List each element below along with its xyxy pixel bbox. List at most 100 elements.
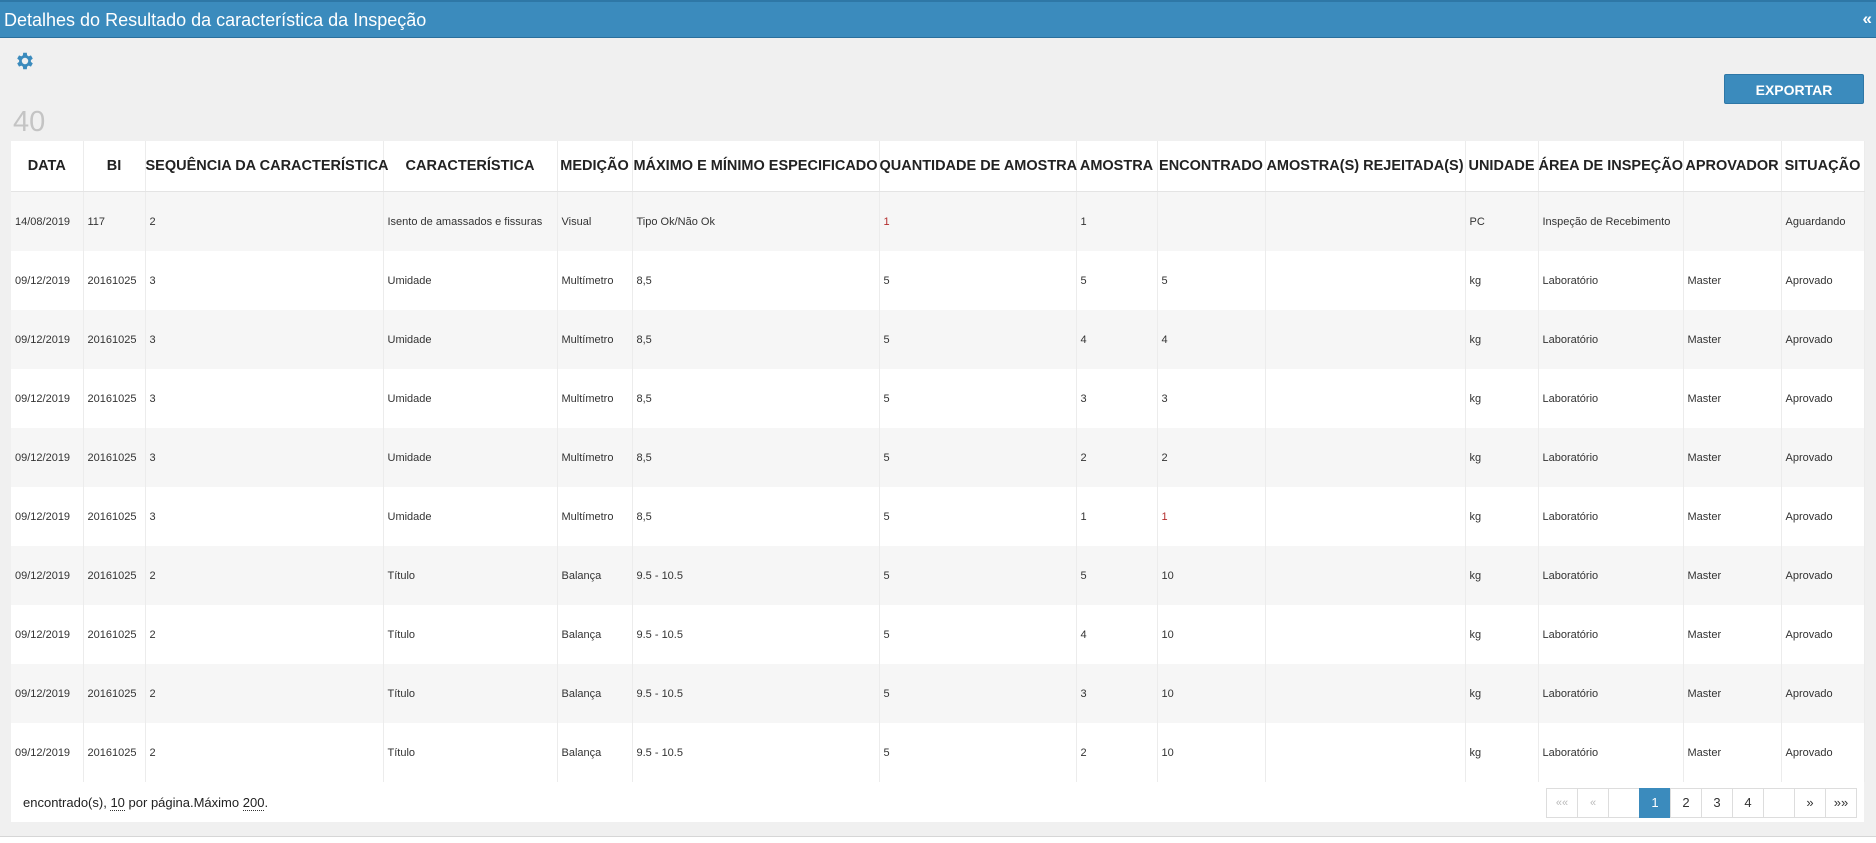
cell-specified-range: 8,5: [632, 369, 880, 428]
column-header[interactable]: AMOSTRA(S) REJEITADA(S): [1265, 141, 1466, 192]
column-header[interactable]: CARACTERÍSTICA: [383, 141, 558, 192]
cell-rejected-samples: [1265, 723, 1466, 782]
column-header[interactable]: MÁXIMO E MÍNIMO ESPECIFICADO: [632, 141, 880, 192]
inspection-results-panel: Detalhes do Resultado da característica …: [0, 0, 1876, 837]
table-row[interactable]: 09/12/2019 20161025 3 Umidade Multímetro 8,5 5…: [11, 369, 1865, 428]
cell-characteristic: Umidade: [383, 428, 558, 487]
cell-found: 10: [1157, 664, 1266, 723]
cell-sample-quantity: 5: [879, 664, 1077, 723]
cell-status: Aprovado: [1781, 546, 1865, 605]
per-page-value[interactable]: 10: [110, 795, 125, 811]
cell-characteristic: Umidade: [383, 369, 558, 428]
cell-unit: kg: [1465, 487, 1539, 546]
cell-status: Aprovado: [1781, 487, 1865, 546]
cell-sequence: 3: [145, 428, 384, 487]
record-count: 40: [13, 106, 46, 138]
page-4-button[interactable]: 4: [1732, 788, 1764, 818]
cell-found: 10: [1157, 605, 1266, 664]
table-row[interactable]: 09/12/2019 20161025 2 Título Balança 9.5 - 10…: [11, 664, 1865, 723]
cell-data: 09/12/2019: [11, 664, 84, 723]
column-header[interactable]: SEQUÊNCIA DA CARACTERÍSTICA: [145, 141, 389, 192]
cell-found: 10: [1157, 546, 1266, 605]
cell-bi: 20161025: [83, 369, 146, 428]
cell-characteristic: Título: [383, 605, 558, 664]
column-header[interactable]: AMOSTRA: [1076, 141, 1158, 192]
table-row[interactable]: 09/12/2019 20161025 2 Título Balança 9.5 - 10…: [11, 546, 1865, 605]
pagination: «« « 1 2 3 4 » »»: [1546, 788, 1857, 818]
collapse-button[interactable]: «: [1863, 9, 1872, 29]
cell-data: 09/12/2019: [11, 251, 84, 310]
cell-specified-range: 8,5: [632, 428, 880, 487]
cell-rejected-samples: [1265, 428, 1466, 487]
cell-approver: Master: [1683, 723, 1782, 782]
cell-approver: Master: [1683, 310, 1782, 369]
cell-approver: Master: [1683, 369, 1782, 428]
cell-sample: 4: [1076, 605, 1158, 664]
page-title: Detalhes do Resultado da característica …: [4, 10, 427, 30]
cell-specified-range: 8,5: [632, 487, 880, 546]
cell-sequence: 2: [145, 605, 384, 664]
cell-data: 09/12/2019: [11, 546, 84, 605]
cell-rejected-samples: [1265, 191, 1466, 251]
column-header[interactable]: ENCONTRADO: [1157, 141, 1266, 192]
first-page-button[interactable]: ««: [1546, 788, 1578, 818]
cell-found: 10: [1157, 723, 1266, 782]
page-3-button[interactable]: 3: [1701, 788, 1733, 818]
cell-approver: Master: [1683, 251, 1782, 310]
cell-specified-range: 9.5 - 10.5: [632, 664, 880, 723]
cell-bi: 20161025: [83, 605, 146, 664]
cell-characteristic: Umidade: [383, 487, 558, 546]
table-row[interactable]: 09/12/2019 20161025 3 Umidade Multímetro 8,5 5…: [11, 428, 1865, 487]
column-header[interactable]: DATA: [11, 141, 84, 192]
column-header[interactable]: BI: [83, 141, 146, 192]
cell-found: [1157, 191, 1266, 251]
cell-sample: 3: [1076, 369, 1158, 428]
cell-status: Aprovado: [1781, 369, 1865, 428]
table-row[interactable]: 14/08/2019 117 2 Isento de amassados e fiss…: [11, 191, 1865, 251]
table-row[interactable]: 09/12/2019 20161025 2 Título Balança 9.5 - 10…: [11, 723, 1865, 782]
column-header[interactable]: APROVADOR: [1683, 141, 1782, 192]
cell-unit: kg: [1465, 546, 1539, 605]
cell-measurement: Multímetro: [557, 369, 633, 428]
cell-bi: 20161025: [83, 723, 146, 782]
column-header[interactable]: SITUAÇÃO: [1781, 141, 1865, 192]
next-page-button[interactable]: »: [1794, 788, 1826, 818]
cell-sample-quantity: 5: [879, 369, 1077, 428]
column-header[interactable]: UNIDADE: [1465, 141, 1539, 192]
cell-inspection-area: Laboratório: [1538, 428, 1684, 487]
column-header[interactable]: ÁREA DE INSPEÇÃO: [1538, 141, 1684, 192]
export-button[interactable]: EXPORTAR: [1724, 74, 1864, 104]
cell-unit: kg: [1465, 605, 1539, 664]
per-page-label: por página.Máximo: [128, 795, 240, 810]
cell-specified-range: 8,5: [632, 251, 880, 310]
column-header[interactable]: QUANTIDADE DE AMOSTRA: [879, 141, 1077, 192]
results-table-container: DATA BI SEQUÊNCIA DA CARACTERÍSTICA CARA…: [11, 141, 1865, 782]
cell-approver: Master: [1683, 664, 1782, 723]
cell-inspection-area: Laboratório: [1538, 369, 1684, 428]
cell-inspection-area: Laboratório: [1538, 310, 1684, 369]
max-value[interactable]: 200: [242, 795, 265, 811]
cell-measurement: Multímetro: [557, 251, 633, 310]
cell-unit: kg: [1465, 664, 1539, 723]
table-row[interactable]: 09/12/2019 20161025 2 Título Balança 9.5 - 10…: [11, 605, 1865, 664]
cell-found: 1: [1157, 487, 1266, 546]
cell-sequence: 3: [145, 310, 384, 369]
column-header[interactable]: MEDIÇÃO: [557, 141, 633, 192]
page-2-button[interactable]: 2: [1670, 788, 1702, 818]
cell-measurement: Visual: [557, 191, 633, 251]
table-row[interactable]: 09/12/2019 20161025 3 Umidade Multímetro 8,5 5…: [11, 251, 1865, 310]
gear-icon[interactable]: [14, 50, 36, 72]
cell-sample: 5: [1076, 546, 1158, 605]
prev-page-button[interactable]: «: [1577, 788, 1609, 818]
last-page-button[interactable]: »»: [1825, 788, 1857, 818]
table-row[interactable]: 09/12/2019 20161025 3 Umidade Multímetro 8,5 5…: [11, 487, 1865, 546]
cell-unit: kg: [1465, 251, 1539, 310]
page-1-button[interactable]: 1: [1639, 788, 1671, 818]
cell-unit: kg: [1465, 723, 1539, 782]
cell-rejected-samples: [1265, 310, 1466, 369]
cell-characteristic: Isento de amassados e fissuras: [383, 191, 558, 251]
table-row[interactable]: 09/12/2019 20161025 3 Umidade Multímetro 8,5 5…: [11, 310, 1865, 369]
cell-rejected-samples: [1265, 487, 1466, 546]
cell-inspection-area: Inspeção de Recebimento: [1538, 191, 1684, 251]
cell-rejected-samples: [1265, 664, 1466, 723]
